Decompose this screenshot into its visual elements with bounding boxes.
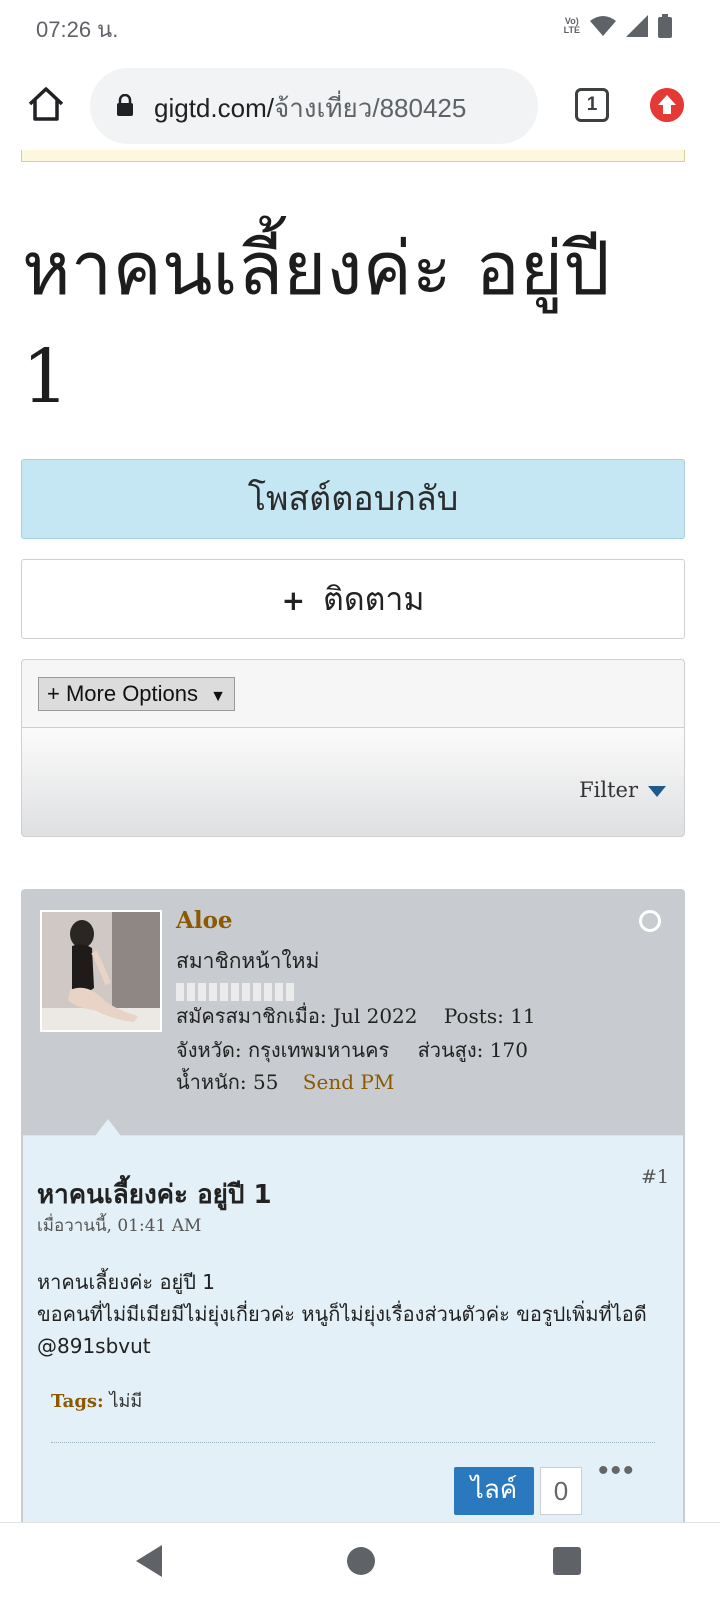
tab-switcher-button[interactable]: 1 [575,88,609,122]
filter-bar: Filter [22,727,684,836]
province: จังหวัด: กรุงเทพมหานคร [176,1038,390,1062]
post-number-link[interactable]: #1 [641,1166,669,1188]
post-count: Posts: 11 [443,1004,536,1028]
height: ส่วนสูง: 170 [417,1038,528,1062]
address-bar[interactable]: gigtd.com/จ้างเที่ยว/880425 [90,68,538,144]
lock-icon [117,94,133,116]
plus-icon: + [281,584,306,617]
post-title: หาคนเลี้ยงค่ะ อยู่ปี 1 [37,1180,272,1210]
like-count: 0 [540,1467,582,1515]
send-pm-link[interactable]: Send PM [303,1070,395,1094]
joined-date: สมัครสมาชิกเมื่อ: Jul 2022 [176,1004,418,1028]
avatar-photo-icon [42,912,160,1030]
back-icon[interactable] [136,1545,162,1577]
post-reply-button[interactable]: โพสต์ตอบกลับ [21,459,685,539]
reputation-bar [176,983,294,1001]
dropdown-arrow-icon: ▼ [210,688,226,705]
url-domain: gigtd.com/ [154,93,274,123]
more-options-label: + More Options [47,681,199,706]
url-path: จ้างเที่ยว/880425 [273,93,467,123]
offline-status-icon [639,910,661,932]
user-info-row-2: จังหวัด: กรุงเทพมหานคร ส่วนสูง: 170 [176,1034,528,1066]
notice-strip [21,150,685,162]
signal-icon [626,15,648,37]
user-rank: สมาชิกหน้าใหม่ [176,949,320,973]
filter-arrow-icon [648,786,666,797]
home-icon[interactable] [26,84,66,124]
like-button[interactable]: ไลค์ [454,1467,534,1515]
post-tags: Tags: ไม่มี [51,1386,142,1415]
recent-apps-icon[interactable] [553,1547,581,1575]
volte-lte-icon: Vo) LTE [563,16,580,35]
filter-label: Filter [579,778,638,802]
thread-options-panel: + More Options ▼ Filter [21,659,685,837]
user-avatar[interactable] [40,910,162,1032]
home-circle-icon[interactable] [347,1547,375,1575]
url-text: gigtd.com/จ้างเที่ยว/880425 [154,88,522,129]
post-divider [51,1442,655,1443]
filter-button[interactable]: Filter [579,778,666,802]
status-bar: 07:26 น. Vo) LTE [0,0,720,56]
follow-label: ติดตาม [323,580,425,618]
update-arrow-icon[interactable] [650,88,684,122]
post-card: Aloe สมาชิกหน้าใหม่ สมัครสมาชิกเมื่อ: Ju… [21,889,685,1529]
page-title: หาคนเลี้ยงค่ะ อยู่ปี 1 [22,226,611,420]
speech-pointer [95,1119,121,1136]
user-info-row-1: สมัครสมาชิกเมื่อ: Jul 2022 Posts: 11 [176,1000,536,1032]
username-link[interactable]: Aloe [176,907,233,934]
post-content: หาคนเลี้ยงค่ะ อยู่ปี 1 ขอคนที่ไม่มีเมียม… [37,1270,647,1358]
battery-icon [658,14,672,38]
status-time: 07:26 น. [36,17,119,42]
status-icons: Vo) LTE [564,14,672,38]
browser-toolbar: gigtd.com/จ้างเที่ยว/880425 1 [0,56,720,156]
user-info-row-3: น้ำหนัก: 55 Send PM [176,1066,394,1098]
more-options-dropdown[interactable]: + More Options ▼ [38,677,235,711]
weight: น้ำหนัก: 55 [176,1070,279,1094]
follow-button[interactable]: + ติดตาม [21,559,685,639]
post-body: #1 หาคนเลี้ยงค่ะ อยู่ปี 1 เมื่อวานนี้, 0… [23,1119,683,1529]
tags-label: Tags: [51,1391,104,1412]
post-date: เมื่อวานนี้, 01:41 AM [37,1216,202,1236]
tags-value: ไม่มี [109,1391,143,1412]
wifi-icon [590,16,616,36]
system-navigation-bar [0,1522,720,1600]
more-actions-icon[interactable]: ••• [598,1454,636,1488]
